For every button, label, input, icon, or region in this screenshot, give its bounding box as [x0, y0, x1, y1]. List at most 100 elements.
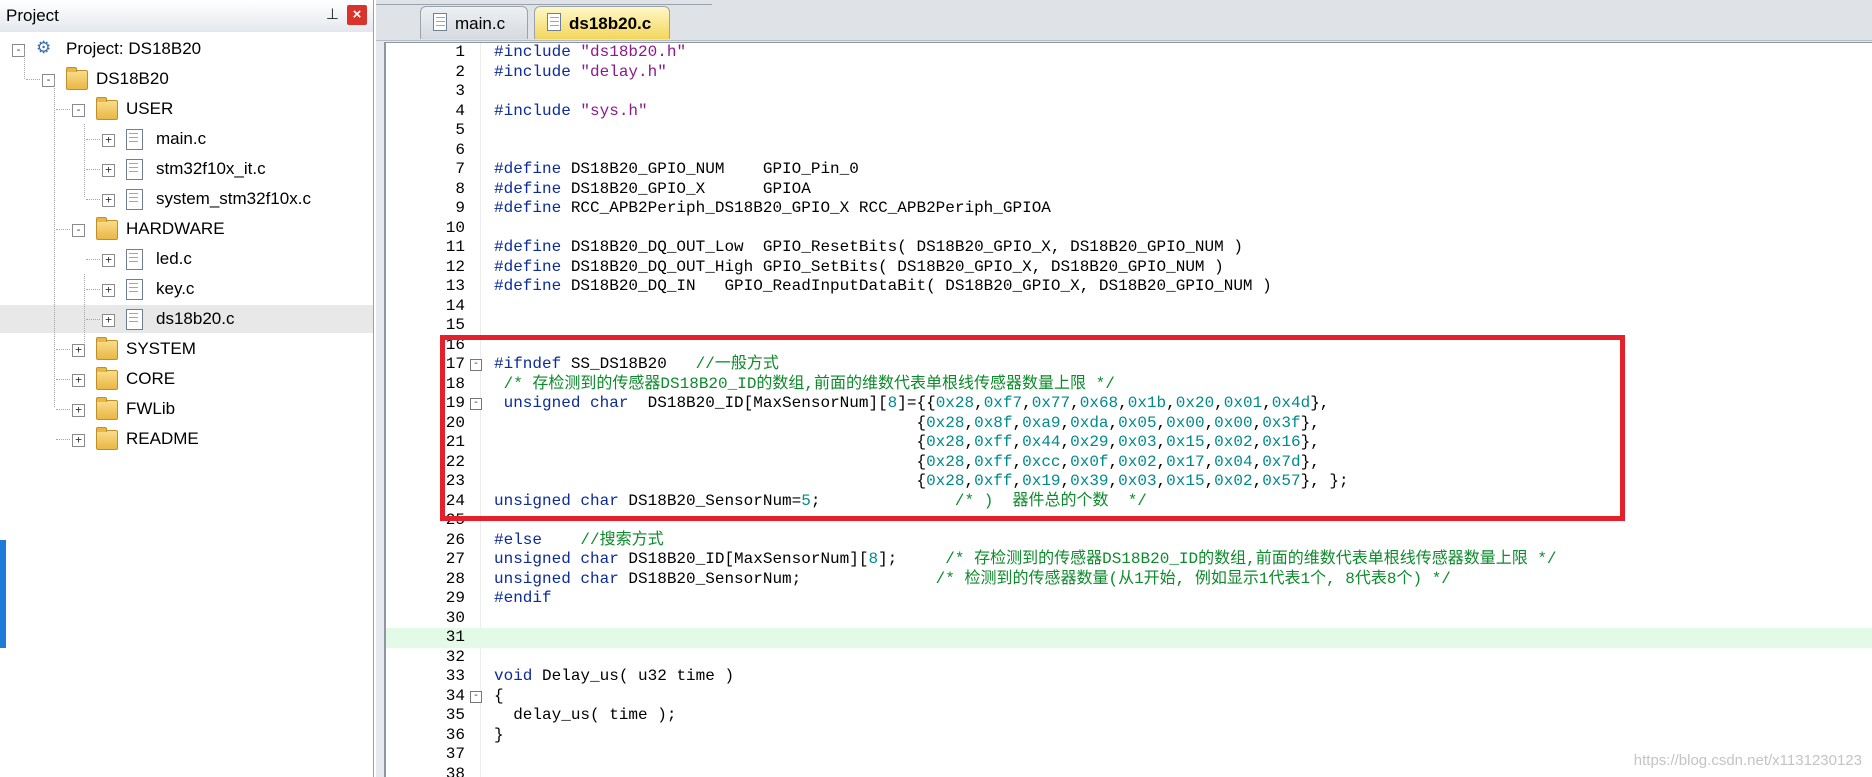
code-line[interactable]: 17- #ifndef SS_DS18B20 //一般方式 — [386, 355, 1872, 375]
code-editor[interactable]: 1 #include "ds18b20.h" 2 #include "delay.h"… — [384, 42, 1872, 777]
expand-toggle-icon[interactable]: + — [72, 434, 85, 447]
code-line[interactable]: 3 — [386, 82, 1872, 102]
collapse-toggle-icon[interactable]: - — [72, 104, 85, 117]
code-line[interactable]: 28 unsigned char DS18B20_SensorNum; /* 检测… — [386, 570, 1872, 590]
code-line[interactable]: 34-{ — [386, 687, 1872, 707]
tree-connector — [56, 229, 70, 230]
code-token-pl: , — [1012, 472, 1023, 490]
code-line[interactable]: 22 {0x28,0xff,0xcc,0x0f,0x02,0x17,0x04,0… — [386, 453, 1872, 473]
code-text: #define RCC_APB2Periph_DS18B20_GPIO_X RC… — [494, 199, 1051, 219]
expand-toggle-icon[interactable]: + — [72, 404, 85, 417]
code-line[interactable]: 8 #define DS18B20_GPIO_X GPIOA — [386, 180, 1872, 200]
code-line[interactable]: 9 #define RCC_APB2Periph_DS18B20_GPIO_X R… — [386, 199, 1872, 219]
code-token-pl: , — [1012, 413, 1023, 432]
code-text: delay_us( time ); — [494, 706, 676, 726]
tab-ds18b20-c[interactable]: ds18b20.c — [534, 6, 670, 39]
line-number: 19 — [445, 394, 465, 412]
code-token-cm: //搜索方式 — [580, 530, 664, 549]
code-line[interactable]: 20 {0x28,0x8f,0xa9,0xda,0x05,0x00,0x00,0… — [386, 414, 1872, 434]
expand-toggle-icon[interactable]: + — [102, 284, 115, 297]
code-line[interactable]: 19- unsigned char DS18B20_ID[MaxSensorNu… — [386, 394, 1872, 414]
code-line[interactable]: 21 {0x28,0xff,0x44,0x29,0x03,0x15,0x02,0… — [386, 433, 1872, 453]
expand-toggle-icon[interactable]: + — [102, 164, 115, 177]
code-token-num: 0x0f — [1070, 452, 1109, 471]
code-token-pl: , — [1118, 394, 1128, 412]
code-line[interactable]: 31 — [386, 628, 1872, 648]
folder-icon — [96, 397, 118, 420]
line-number: 3 — [455, 82, 465, 100]
code-line[interactable]: 7 #define DS18B20_GPIO_NUM GPIO_Pin_0 — [386, 160, 1872, 180]
code-text: #define DS18B20_GPIO_X GPIOA — [494, 180, 811, 200]
tab-main-c[interactable]: main.c — [420, 6, 528, 39]
code-line[interactable]: 35 delay_us( time ); — [386, 706, 1872, 726]
expand-toggle-icon[interactable]: + — [102, 134, 115, 147]
code-line[interactable]: 29 #endif — [386, 589, 1872, 609]
file-ds18b20-c-row[interactable]: + ds18b20.c — [0, 305, 373, 333]
file-key-c-row[interactable]: + key.c — [0, 275, 373, 303]
line-number: 17 — [445, 355, 465, 373]
code-line[interactable]: 11 #define DS18B20_DQ_OUT_Low GPIO_ResetB… — [386, 238, 1872, 258]
tree-connector — [86, 289, 100, 290]
code-token-num: 0x28 — [926, 413, 965, 432]
tree-connector — [86, 319, 100, 320]
code-token-pl: , — [1204, 433, 1215, 451]
file-stm32f10x-it-c-row[interactable]: + stm32f10x_it.c — [0, 155, 373, 183]
code-line[interactable]: 12 #define DS18B20_DQ_OUT_High GPIO_SetBi… — [386, 258, 1872, 278]
tab-strip: main.c ds18b20.c — [376, 0, 1872, 41]
code-line[interactable]: 4 #include "sys.h" — [386, 102, 1872, 122]
code-line[interactable]: 32 — [386, 648, 1872, 668]
file-ds18b20-c-label: ds18b20.c — [156, 309, 235, 328]
fold-toggle-icon[interactable]: - — [470, 359, 482, 371]
pin-icon[interactable]: ⊥ — [326, 5, 339, 23]
code-token-pl: , — [1252, 433, 1263, 451]
code-line[interactable]: 16 — [386, 336, 1872, 356]
tab-label: main.c — [455, 14, 506, 33]
collapse-toggle-icon[interactable]: - — [72, 224, 85, 237]
project-root-row[interactable]: - ⚙ Project: DS18B20 — [0, 35, 373, 63]
code-line[interactable]: 18 /* 存检测到的传感器DS18B20_ID的数组,前面的维数代表单根线传感… — [386, 375, 1872, 395]
expand-toggle-icon[interactable]: + — [102, 314, 115, 327]
code-line[interactable]: 30 — [386, 609, 1872, 629]
code-line[interactable]: 13 #define DS18B20_DQ_IN GPIO_ReadInputDa… — [386, 277, 1872, 297]
code-line[interactable]: 24 unsigned char DS18B20_SensorNum=5; /* … — [386, 492, 1872, 512]
code-token-num: 8 — [868, 550, 879, 568]
code-line[interactable]: 25 — [386, 511, 1872, 531]
code-line[interactable]: 14 — [386, 297, 1872, 317]
fold-toggle-icon[interactable]: - — [470, 398, 482, 410]
code-line[interactable]: 5 — [386, 121, 1872, 141]
file-main-c-row[interactable]: + main.c — [0, 125, 373, 153]
code-token-num: 0x15 — [1166, 472, 1205, 490]
expand-toggle-icon[interactable]: + — [102, 194, 115, 207]
code-line[interactable]: 15 — [386, 316, 1872, 336]
code-token-num: 0xff — [974, 452, 1013, 471]
code-token-num: 0xf7 — [983, 394, 1023, 412]
target-row[interactable]: - DS18B20 — [0, 65, 373, 93]
code-line[interactable]: 10 — [386, 219, 1872, 239]
code-line[interactable]: 1 #include "ds18b20.h" — [386, 43, 1872, 63]
code-token-pp: #define — [494, 238, 571, 256]
file-system-stm32f10x-c-row[interactable]: + system_stm32f10x.c — [0, 185, 373, 213]
code-text: {0x28,0xff,0xcc,0x0f,0x02,0x17,0x04,0x7d… — [494, 452, 1319, 473]
code-token-num: 0x1b — [1127, 394, 1167, 412]
line-number: 21 — [445, 433, 465, 451]
expand-toggle-icon[interactable]: + — [72, 374, 85, 387]
line-number: 13 — [445, 277, 465, 295]
code-line[interactable]: 2 #include "delay.h" — [386, 63, 1872, 83]
line-number: 34 — [445, 686, 465, 705]
file-led-c-row[interactable]: + led.c — [0, 245, 373, 273]
code-line[interactable]: 33 void Delay_us( u32 time ) — [386, 667, 1872, 687]
code-token-num: 0x02 — [1214, 433, 1253, 451]
code-token-pp: #define — [494, 199, 571, 217]
expand-toggle-icon[interactable]: + — [102, 254, 115, 267]
line-number: 36 — [445, 725, 465, 744]
line-number: 25 — [445, 511, 465, 529]
code-token-pl: DS18B20_SensorNum; — [628, 569, 936, 588]
fold-toggle-icon[interactable]: - — [470, 690, 482, 703]
code-line[interactable]: 27 unsigned char DS18B20_ID[MaxSensorNum]… — [386, 550, 1872, 570]
code-line[interactable]: 36} — [386, 726, 1872, 746]
code-line[interactable]: 23 {0x28,0xff,0x19,0x39,0x03,0x15,0x02,0… — [386, 472, 1872, 492]
tab-strip-border — [376, 0, 712, 5]
code-line[interactable]: 6 — [386, 141, 1872, 161]
close-icon[interactable]: × — [347, 5, 367, 25]
code-line[interactable]: 26 #else //搜索方式 — [386, 531, 1872, 551]
